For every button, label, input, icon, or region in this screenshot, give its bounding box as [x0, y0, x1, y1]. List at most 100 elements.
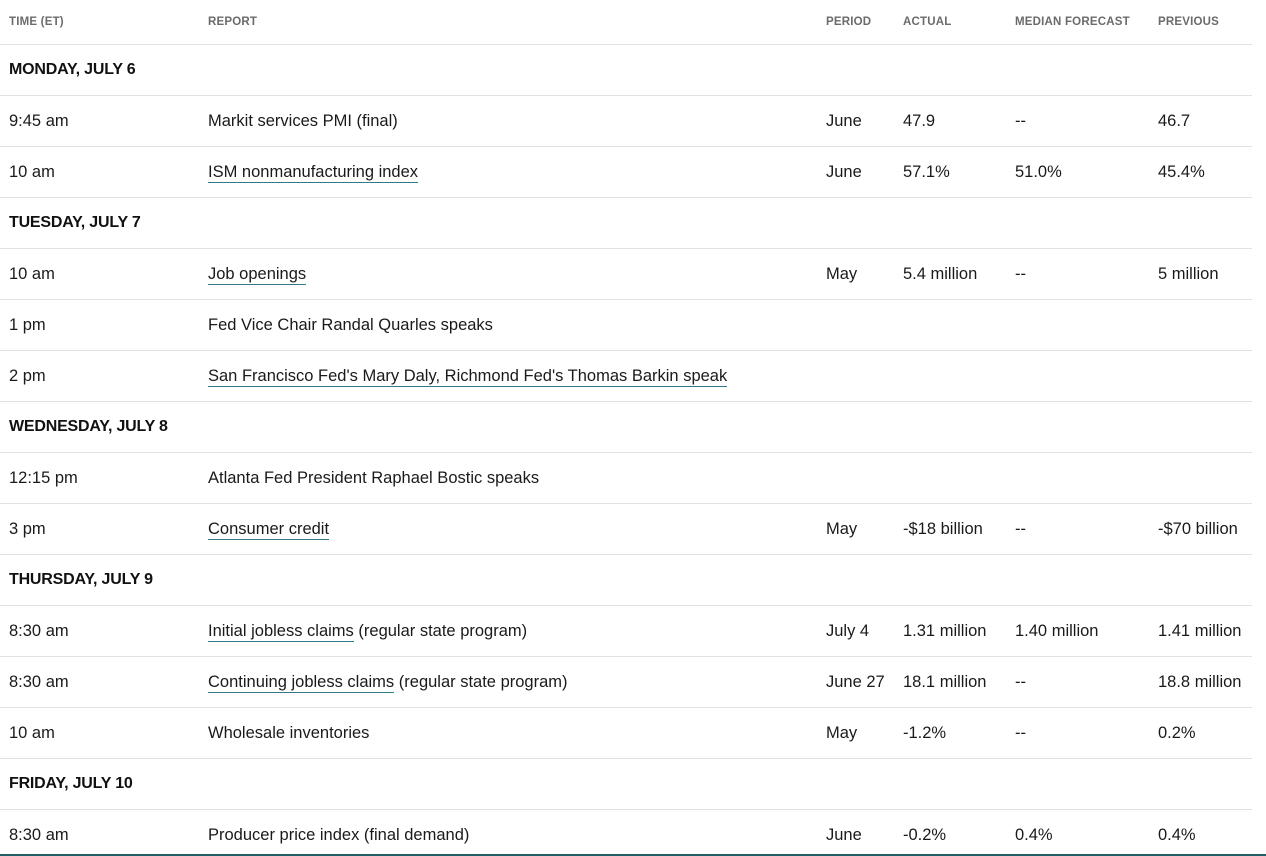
report-cell: Continuing jobless claims (regular state…	[199, 656, 817, 708]
report-link[interactable]: Job openings	[208, 264, 307, 285]
table-body: MONDAY, JULY 6 9:45 am Markit services PMI…	[0, 44, 1252, 856]
day-header-row: MONDAY, JULY 6	[0, 44, 1252, 96]
previous-cell: 45.4%	[1149, 146, 1252, 198]
report-cell: Producer price index (final demand)	[199, 809, 817, 856]
median-forecast-cell: 51.0%	[1006, 146, 1149, 198]
day-label: FRIDAY, JULY 10	[0, 758, 1252, 810]
table-row: 12:15 pm Atlanta Fed President Raphael Bo…	[0, 452, 1252, 504]
actual-cell	[894, 452, 1006, 504]
median-forecast-cell: --	[1006, 95, 1149, 147]
report-link[interactable]: Continuing jobless claims	[208, 672, 395, 693]
median-forecast-cell: 1.40 million	[1006, 605, 1149, 657]
table-row: 1 pm Fed Vice Chair Randal Quarles speaks	[0, 299, 1252, 351]
previous-cell: 46.7	[1149, 95, 1252, 147]
day-label: WEDNESDAY, JULY 8	[0, 401, 1252, 453]
table-row: 3 pm Consumer credit May -$18 billion -- -$70…	[0, 503, 1252, 555]
table-row: 8:30 am Producer price index (final deman…	[0, 809, 1252, 856]
actual-cell	[894, 299, 1006, 351]
period-cell: July 4	[817, 605, 894, 657]
time-cell: 3 pm	[0, 503, 199, 555]
day-header-row: TUESDAY, JULY 7	[0, 197, 1252, 249]
economic-calendar: TIME (ET) REPORT PERIOD ACTUAL MEDIAN FO…	[0, 0, 1266, 856]
period-cell: June	[817, 809, 894, 856]
header-previous: PREVIOUS	[1149, 0, 1252, 45]
period-cell: June	[817, 146, 894, 198]
report-link[interactable]: ISM nonmanufacturing index	[208, 162, 419, 183]
previous-cell: 18.8 million	[1149, 656, 1252, 708]
previous-cell: 0.4%	[1149, 809, 1252, 856]
period-cell	[817, 452, 894, 504]
previous-cell: -$70 billion	[1149, 503, 1252, 555]
actual-cell: -$18 billion	[894, 503, 1006, 555]
actual-cell: -1.2%	[894, 707, 1006, 759]
calendar-table: TIME (ET) REPORT PERIOD ACTUAL MEDIAN FO…	[0, 0, 1252, 856]
report-link[interactable]: San Francisco Fed's Mary Daly, Richmond …	[208, 366, 728, 387]
day-label: THURSDAY, JULY 9	[0, 554, 1252, 606]
report-cell: Markit services PMI (final)	[199, 95, 817, 147]
day-header-row: FRIDAY, JULY 10	[0, 758, 1252, 810]
header-median-forecast: MEDIAN FORECAST	[1006, 0, 1149, 45]
day-label: TUESDAY, JULY 7	[0, 197, 1252, 249]
day-label: MONDAY, JULY 6	[0, 44, 1252, 96]
time-cell: 8:30 am	[0, 605, 199, 657]
header-actual: ACTUAL	[894, 0, 1006, 45]
median-forecast-cell: --	[1006, 707, 1149, 759]
report-cell: San Francisco Fed's Mary Daly, Richmond …	[199, 350, 817, 402]
actual-cell: 47.9	[894, 95, 1006, 147]
table-row: 10 am Job openings May 5.4 million -- 5 milli…	[0, 248, 1252, 300]
report-name: Wholesale inventories	[208, 723, 370, 742]
table-row: 8:30 am Initial jobless claims (regular s…	[0, 605, 1252, 657]
time-cell: 2 pm	[0, 350, 199, 402]
actual-cell: 1.31 million	[894, 605, 1006, 657]
time-cell: 1 pm	[0, 299, 199, 351]
time-cell: 10 am	[0, 707, 199, 759]
previous-cell: 0.2%	[1149, 707, 1252, 759]
median-forecast-cell: --	[1006, 248, 1149, 300]
header-period: PERIOD	[817, 0, 894, 45]
header-report: REPORT	[199, 0, 817, 45]
report-link[interactable]: Initial jobless claims	[208, 621, 354, 642]
report-name: Markit services PMI (final)	[208, 111, 398, 130]
previous-cell: 5 million	[1149, 248, 1252, 300]
report-cell: Atlanta Fed President Raphael Bostic spe…	[199, 452, 817, 504]
median-forecast-cell	[1006, 350, 1149, 402]
actual-cell: -0.2%	[894, 809, 1006, 856]
actual-cell: 5.4 million	[894, 248, 1006, 300]
period-cell: May	[817, 503, 894, 555]
previous-cell: 1.41 million	[1149, 605, 1252, 657]
median-forecast-cell	[1006, 452, 1149, 504]
report-name: Fed Vice Chair Randal Quarles speaks	[208, 315, 493, 334]
report-cell: ISM nonmanufacturing index	[199, 146, 817, 198]
median-forecast-cell: 0.4%	[1006, 809, 1149, 856]
report-suffix: (regular state program)	[353, 621, 528, 640]
header-row: TIME (ET) REPORT PERIOD ACTUAL MEDIAN FO…	[0, 0, 1252, 45]
period-cell: May	[817, 248, 894, 300]
report-suffix: (regular state program)	[394, 672, 568, 691]
time-cell: 9:45 am	[0, 95, 199, 147]
previous-cell	[1149, 299, 1252, 351]
table-header: TIME (ET) REPORT PERIOD ACTUAL MEDIAN FO…	[0, 0, 1252, 45]
day-header-row: WEDNESDAY, JULY 8	[0, 401, 1252, 453]
table-row: 10 am Wholesale inventories May -1.2% -- 0.2%	[0, 707, 1252, 759]
previous-cell	[1149, 350, 1252, 402]
time-cell: 12:15 pm	[0, 452, 199, 504]
report-name: Producer price index (final demand)	[208, 825, 470, 844]
report-cell: Job openings	[199, 248, 817, 300]
time-cell: 10 am	[0, 248, 199, 300]
period-cell: May	[817, 707, 894, 759]
actual-cell	[894, 350, 1006, 402]
day-header-row: THURSDAY, JULY 9	[0, 554, 1252, 606]
table-row: 10 am ISM nonmanufacturing index June 57.1%…	[0, 146, 1252, 198]
period-cell	[817, 299, 894, 351]
median-forecast-cell: --	[1006, 656, 1149, 708]
period-cell: June 27	[817, 656, 894, 708]
report-link[interactable]: Consumer credit	[208, 519, 330, 540]
header-time: TIME (ET)	[0, 0, 199, 45]
report-name: Atlanta Fed President Raphael Bostic spe…	[208, 468, 540, 487]
actual-cell: 18.1 million	[894, 656, 1006, 708]
table-row: 9:45 am Markit services PMI (final) June 47…	[0, 95, 1252, 147]
period-cell: June	[817, 95, 894, 147]
time-cell: 8:30 am	[0, 809, 199, 856]
period-cell	[817, 350, 894, 402]
report-cell: Initial jobless claims (regular state pr…	[199, 605, 817, 657]
